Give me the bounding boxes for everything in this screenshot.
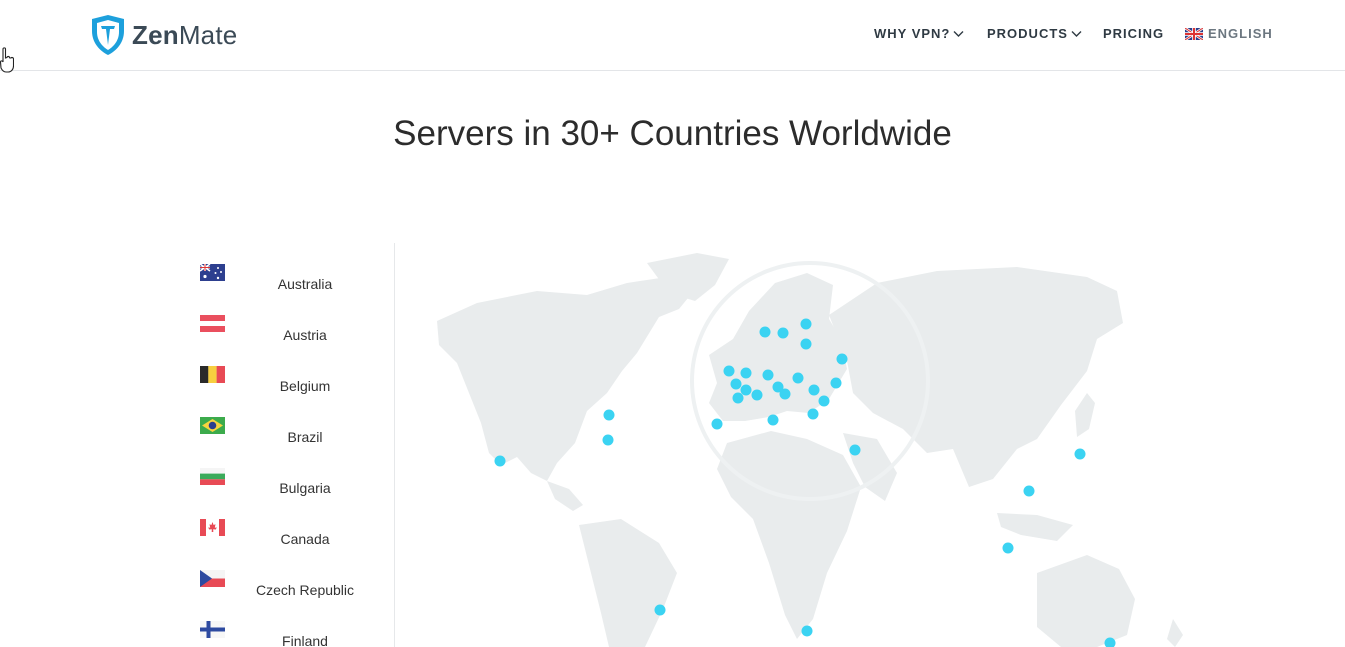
world-server-map bbox=[397, 243, 1345, 647]
server-dot[interactable] bbox=[800, 318, 812, 330]
country-name: Austria bbox=[283, 327, 327, 343]
new-zealand bbox=[1167, 619, 1183, 647]
server-dot[interactable] bbox=[1023, 485, 1035, 497]
czech-republic-flag-icon bbox=[200, 570, 225, 587]
server-dot[interactable] bbox=[808, 384, 820, 396]
country-item-australia[interactable]: Australia bbox=[185, 257, 395, 297]
site-header: ZenMate WHY VPN? PRODUCTS PRICING ENGLIS… bbox=[0, 0, 1345, 71]
server-dot[interactable] bbox=[723, 365, 735, 377]
hand-cursor-icon bbox=[0, 47, 14, 73]
africa bbox=[717, 431, 861, 639]
country-name: Bulgaria bbox=[279, 480, 331, 496]
server-dot[interactable] bbox=[779, 388, 791, 400]
server-dot[interactable] bbox=[654, 604, 666, 616]
north-america bbox=[437, 277, 697, 481]
server-dot[interactable] bbox=[759, 326, 771, 338]
server-dot[interactable] bbox=[767, 414, 779, 426]
language-selector[interactable]: ENGLISH bbox=[1185, 26, 1273, 41]
australia bbox=[1037, 555, 1135, 647]
southeast-asia bbox=[997, 513, 1073, 541]
shield-logo-icon bbox=[92, 15, 124, 55]
country-item-brazil[interactable]: Brazil bbox=[185, 410, 395, 450]
server-dot[interactable] bbox=[602, 434, 614, 446]
server-dot[interactable] bbox=[777, 327, 789, 339]
central-america bbox=[547, 481, 583, 511]
server-dot[interactable] bbox=[800, 338, 812, 350]
server-dot[interactable] bbox=[836, 353, 848, 365]
server-dot[interactable] bbox=[792, 372, 804, 384]
chevron-down-icon bbox=[1071, 30, 1082, 37]
country-item-czech-republic[interactable]: Czech Republic bbox=[185, 563, 395, 603]
server-dot[interactable] bbox=[740, 384, 752, 396]
brand-name-part2: Mate bbox=[178, 19, 238, 50]
brand-name-part1: Zen bbox=[132, 19, 179, 50]
nav-products-label: PRODUCTS bbox=[987, 26, 1068, 41]
nav-why-vpn[interactable]: WHY VPN? bbox=[874, 26, 964, 41]
server-dot[interactable] bbox=[732, 392, 744, 404]
belgium-flag-icon bbox=[200, 366, 225, 383]
server-dot[interactable] bbox=[740, 367, 752, 379]
brazil-flag-icon bbox=[200, 417, 225, 434]
country-name: Belgium bbox=[279, 378, 331, 394]
nav-pricing-label: PRICING bbox=[1103, 26, 1165, 41]
country-list: Australia Austria Belgium Brazil Bulgari… bbox=[185, 243, 395, 647]
server-dot[interactable] bbox=[1074, 448, 1086, 460]
server-dot[interactable] bbox=[1002, 542, 1014, 554]
australia-flag-icon bbox=[200, 264, 225, 281]
language-label: ENGLISH bbox=[1208, 26, 1273, 41]
server-dot[interactable] bbox=[730, 378, 742, 390]
brand-name: ZenMate bbox=[132, 20, 237, 51]
country-name: Finland bbox=[282, 633, 328, 647]
country-item-canada[interactable]: Canada bbox=[185, 512, 395, 552]
chevron-down-icon bbox=[953, 30, 964, 37]
country-item-belgium[interactable]: Belgium bbox=[185, 359, 395, 399]
continents bbox=[437, 253, 1183, 647]
server-dot[interactable] bbox=[603, 409, 615, 421]
finland-flag-icon bbox=[200, 621, 225, 638]
country-name: Canada bbox=[280, 531, 330, 547]
country-name: Brazil bbox=[287, 429, 323, 445]
server-dot[interactable] bbox=[830, 377, 842, 389]
country-name: Australia bbox=[277, 276, 333, 292]
server-dot[interactable] bbox=[849, 444, 861, 456]
south-america bbox=[579, 519, 677, 647]
server-dot[interactable] bbox=[494, 455, 506, 467]
server-dot[interactable] bbox=[807, 408, 819, 420]
uk-flag-icon bbox=[1185, 27, 1203, 40]
world-map-svg bbox=[437, 253, 1183, 647]
zenmate-logo[interactable]: ZenMate bbox=[90, 14, 237, 56]
country-item-austria[interactable]: Austria bbox=[185, 308, 395, 348]
server-dot[interactable] bbox=[711, 418, 723, 430]
server-dot[interactable] bbox=[801, 625, 813, 637]
server-dot[interactable] bbox=[818, 395, 830, 407]
japan bbox=[1075, 393, 1095, 437]
country-name: Czech Republic bbox=[255, 582, 355, 598]
canada-flag-icon bbox=[200, 519, 225, 536]
bulgaria-flag-icon bbox=[200, 468, 225, 485]
nav-why-vpn-label: WHY VPN? bbox=[874, 26, 951, 41]
server-dot[interactable] bbox=[762, 369, 774, 381]
section-title: Servers in 30+ Countries Worldwide bbox=[393, 114, 952, 153]
nav-products[interactable]: PRODUCTS bbox=[987, 26, 1082, 41]
server-dot[interactable] bbox=[751, 389, 763, 401]
nav-pricing[interactable]: PRICING bbox=[1103, 26, 1164, 41]
country-item-bulgaria[interactable]: Bulgaria bbox=[185, 461, 395, 501]
austria-flag-icon bbox=[200, 315, 225, 332]
country-item-finland[interactable]: Finland bbox=[185, 614, 395, 647]
